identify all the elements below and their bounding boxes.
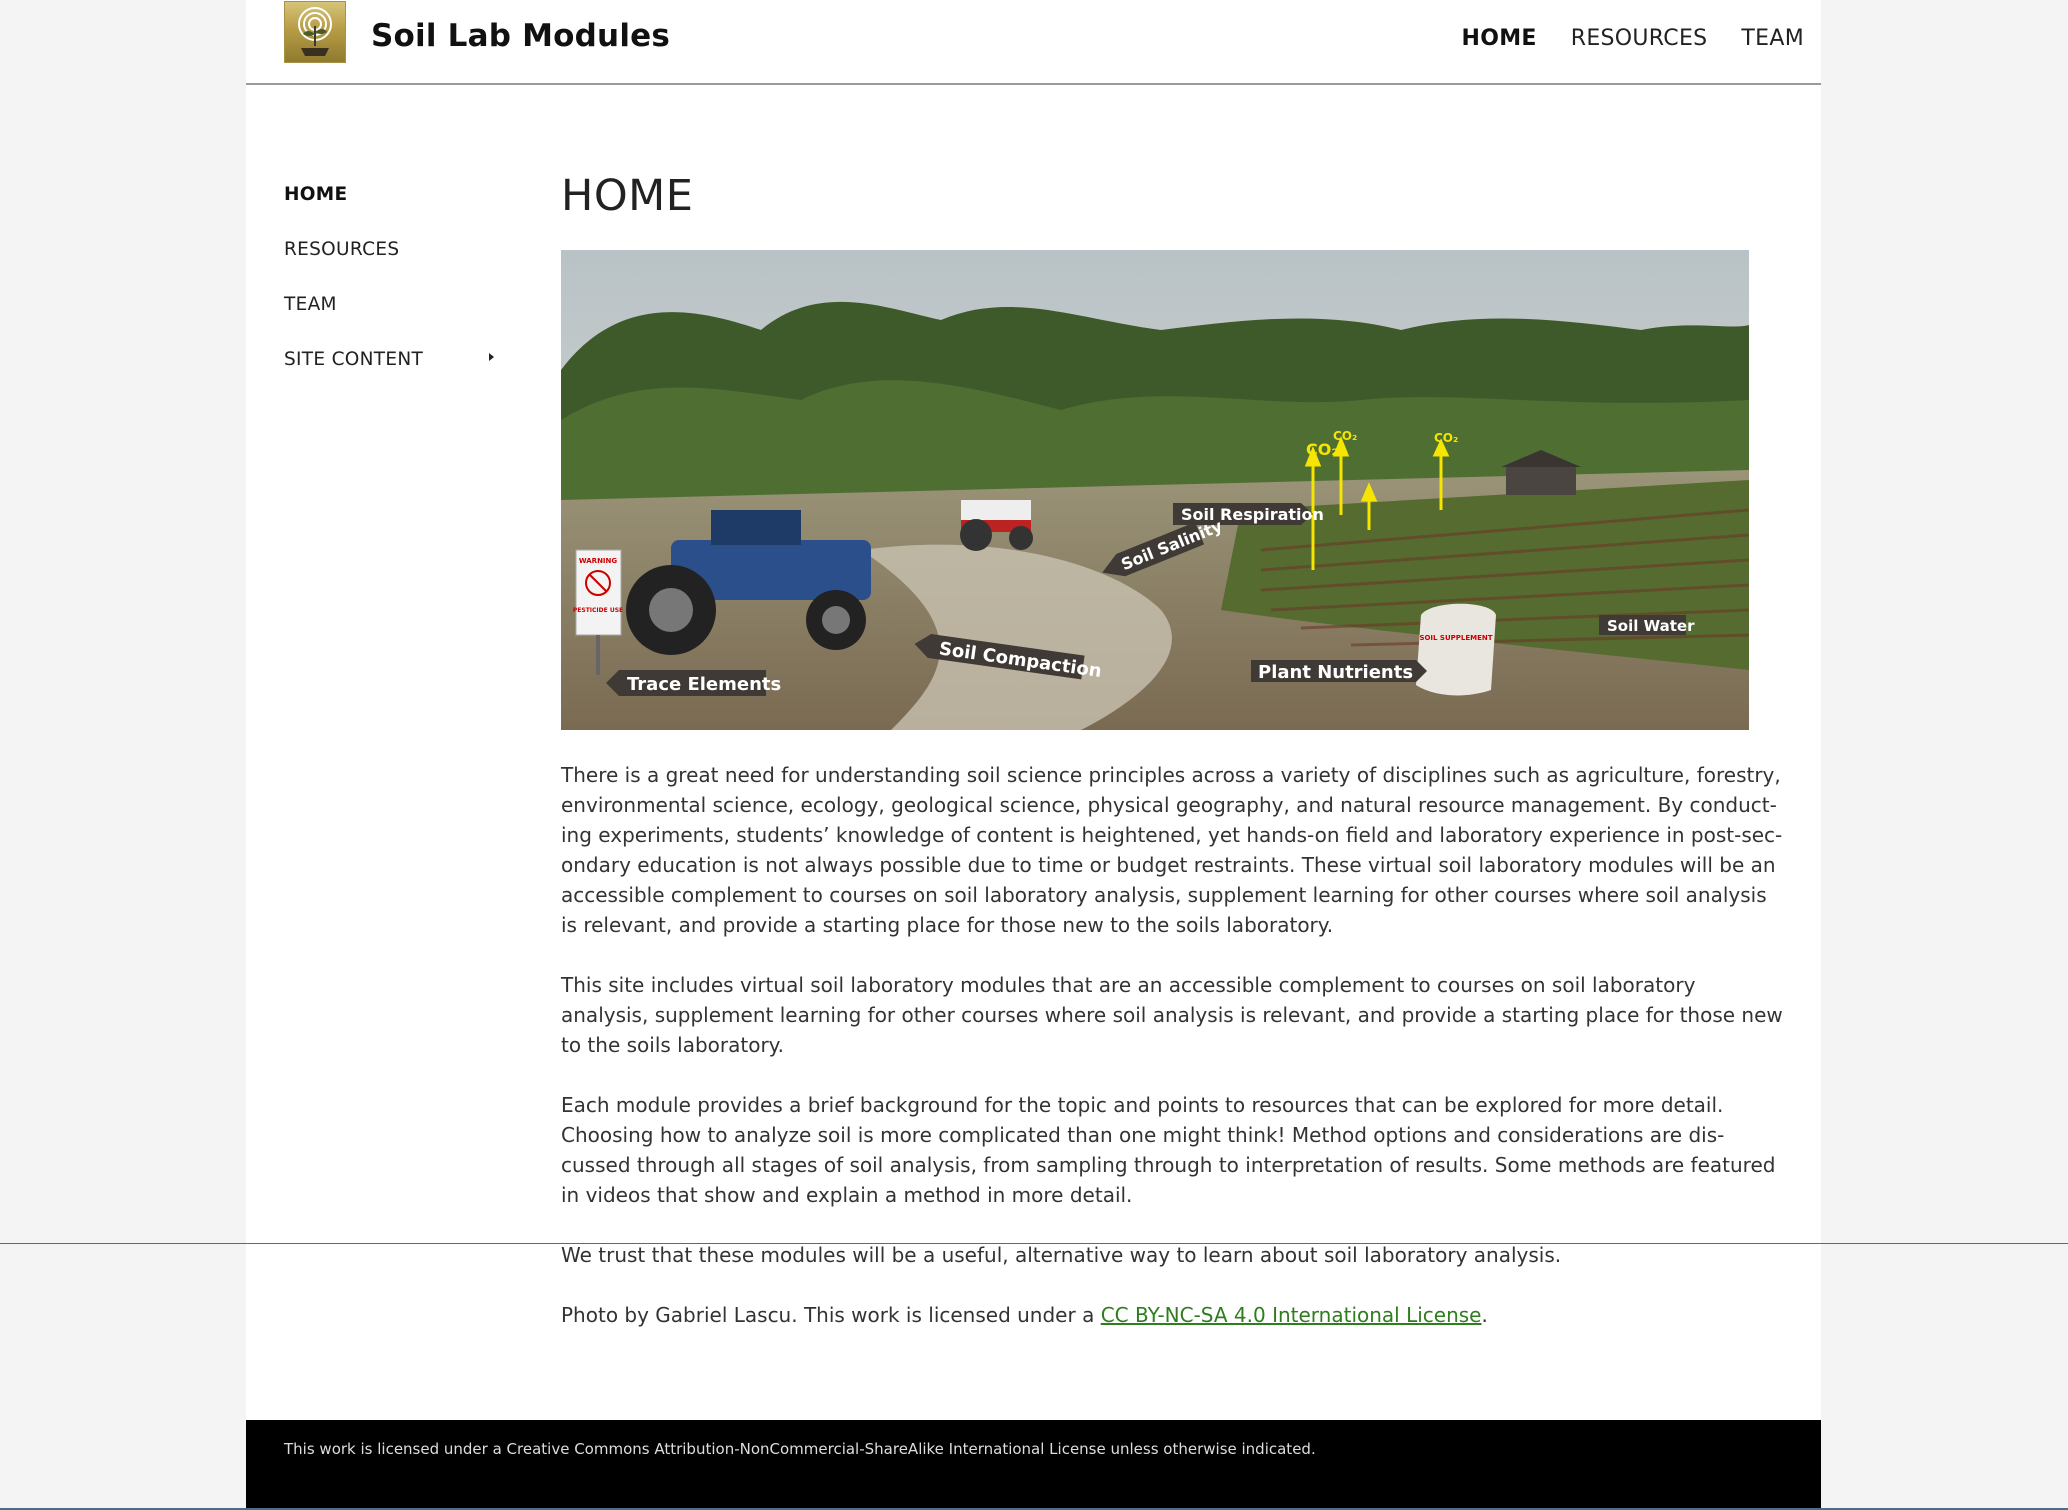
svg-text:Soil Respiration: Soil Respiration (1181, 505, 1324, 524)
intro-paragraph-2: This site includes virtual soil laborato… (561, 973, 1783, 1057)
site-header: Soil Lab Modules HOME RESOURCES TEAM (246, 0, 1821, 85)
svg-text:Trace Elements: Trace Elements (627, 674, 781, 695)
site-title[interactable]: Soil Lab Modules (371, 18, 670, 54)
sidebar-item-label: TEAM (284, 294, 337, 315)
sidebar-item-site-content[interactable]: SITE CONTENT (284, 349, 494, 404)
label-trace-elements: Trace Elements (606, 670, 781, 696)
logo-emblem-icon (298, 7, 332, 56)
svg-text:CO₂: CO₂ (1434, 431, 1458, 445)
svg-text:CO₂: CO₂ (1333, 429, 1357, 443)
svg-text:PESTICIDE USE: PESTICIDE USE (573, 607, 623, 614)
topnav-home[interactable]: HOME (1461, 26, 1536, 51)
page-container: Soil Lab Modules HOME RESOURCES TEAM HOM… (246, 0, 1821, 1510)
sidebar-item-label: RESOURCES (284, 239, 400, 260)
soil-supplement-bag: SOIL SUPPLEMENT (1416, 603, 1496, 696)
svg-text:Plant Nutrients: Plant Nutrients (1258, 662, 1413, 683)
site-logo[interactable] (284, 1, 346, 63)
svg-text:WARNING: WARNING (579, 557, 618, 565)
hero-image: WARNING PESTICIDE USE SOIL SUPPLEMENT CO… (561, 250, 1749, 730)
topnav-team[interactable]: TEAM (1741, 26, 1804, 51)
top-navigation: HOME RESOURCES TEAM (1461, 26, 1804, 51)
footer-license-text: This work is licensed under a Creative C… (284, 1440, 1316, 1458)
sidebar-item-team[interactable]: TEAM (284, 294, 494, 349)
logo-caption (284, 64, 344, 78)
label-soil-respiration: Soil Respiration (1173, 503, 1324, 525)
sidebar-navigation: HOME RESOURCES TEAM SITE CONTENT (284, 184, 494, 404)
topnav-resources[interactable]: RESOURCES (1571, 26, 1708, 51)
label-plant-nutrients: Plant Nutrients (1251, 660, 1427, 683)
svg-text:Soil Water: Soil Water (1607, 617, 1695, 635)
sidebar-item-resources[interactable]: RESOURCES (284, 239, 494, 294)
label-soil-water: Soil Water (1599, 615, 1695, 635)
photo-credit: Photo by Gabriel Lascu. This work is lic… (561, 1300, 1786, 1330)
farm-scene-illustration: WARNING PESTICIDE USE SOIL SUPPLEMENT CO… (561, 250, 1749, 730)
sidebar-item-label: HOME (284, 184, 348, 205)
site-footer: This work is licensed under a Creative C… (246, 1420, 1821, 1510)
intro-paragraph-3: Each module provides a brief background … (561, 1093, 1776, 1207)
intro-paragraph-4: We trust that these modules will be a us… (561, 1243, 1562, 1267)
main-content: HOME WARNING PESTICIDE USE SOIL SUPPLEME… (561, 170, 1786, 1327)
license-link[interactable]: CC BY-NC-SA 4.0 International License (1101, 1303, 1482, 1327)
page-title: HOME (561, 171, 694, 221)
sidebar-item-label: SITE CONTENT (284, 349, 424, 370)
credit-prefix: Photo by Gabriel Lascu. This work is lic… (561, 1303, 1101, 1327)
credit-suffix: . (1481, 1303, 1488, 1327)
svg-text:SOIL SUPPLEMENT: SOIL SUPPLEMENT (1419, 634, 1492, 642)
intro-paragraph-1: There is a great need for understanding … (561, 763, 1783, 937)
divider-line (0, 1243, 2068, 1244)
caret-right-icon[interactable] (489, 353, 494, 361)
sidebar-item-home[interactable]: HOME (284, 184, 494, 239)
